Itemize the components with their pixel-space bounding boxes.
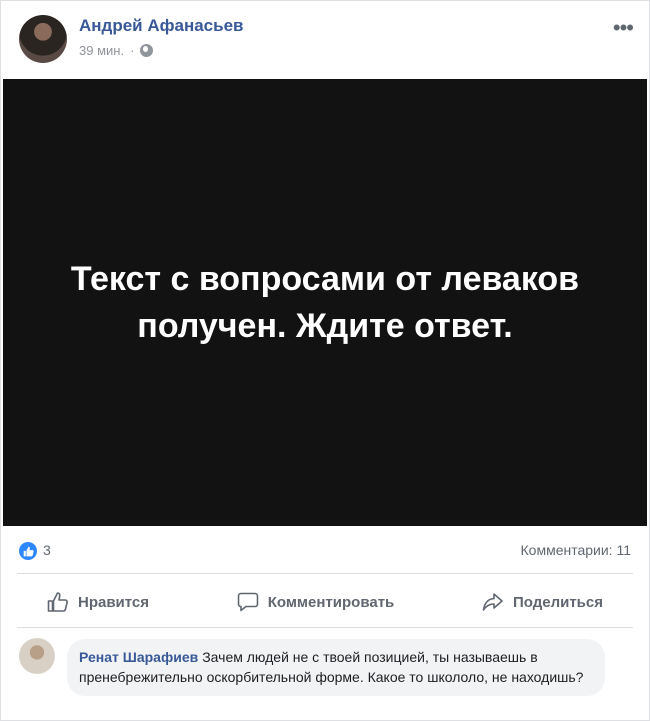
ellipsis-icon[interactable]: •••: [613, 15, 634, 41]
divider: [17, 573, 633, 574]
divider: [17, 627, 633, 628]
post-card: Андрей Афанасьев 39 мин. · ••• Текст с в…: [0, 0, 650, 721]
author-name[interactable]: Андрей Афанасьев: [79, 16, 244, 36]
comments-count[interactable]: Комментарии: 11: [521, 542, 632, 558]
share-button[interactable]: Поделиться: [452, 583, 633, 621]
share-icon: [482, 593, 503, 611]
like-icon: [47, 592, 68, 612]
share-label: Поделиться: [512, 593, 603, 611]
comment-bubble: Ренат Шарафиев Зачем людей не с твоей поз…: [67, 639, 605, 696]
globe-icon: [140, 44, 154, 57]
post-media[interactable]: Текст с вопросами от леваков получен. Жд…: [3, 79, 647, 526]
action-bar: Нравится Комментировать Поделиться: [17, 583, 633, 621]
post-meta: 39 мин. ·: [79, 43, 154, 58]
like-count[interactable]: 3: [43, 542, 51, 558]
commenter-avatar[interactable]: [19, 638, 55, 674]
thumbs-up-icon[interactable]: [19, 542, 37, 560]
like-label: Нравится: [78, 593, 150, 611]
post-time[interactable]: 39 мин.: [79, 43, 124, 58]
comment-button[interactable]: Комментировать: [207, 583, 425, 621]
comment-author[interactable]: Ренат Шарафиев: [79, 649, 198, 665]
comment-icon: [237, 592, 259, 612]
author-avatar[interactable]: [19, 15, 67, 63]
meta-separator: ·: [130, 43, 135, 58]
thumbs-up-glyph: [23, 546, 34, 556]
media-text: Текст с вопросами от леваков получен. Жд…: [70, 259, 580, 345]
like-button[interactable]: Нравится: [17, 583, 179, 621]
comment-label: Комментировать: [267, 593, 395, 611]
